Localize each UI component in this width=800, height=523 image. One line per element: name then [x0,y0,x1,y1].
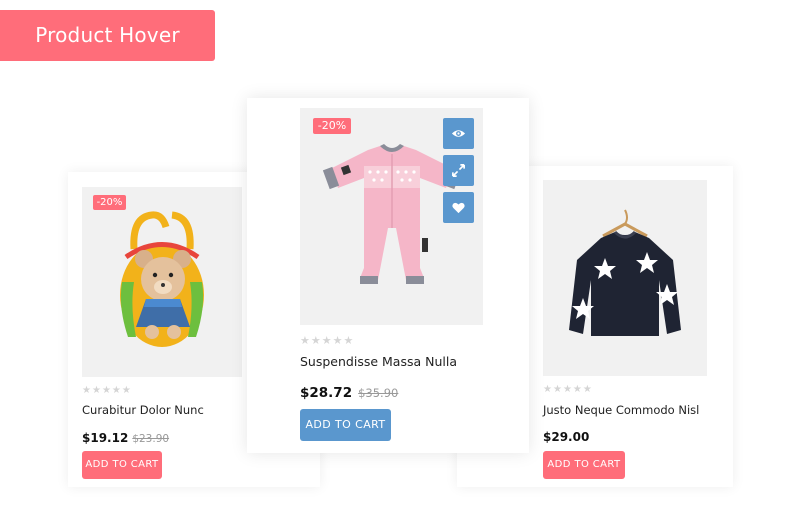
page-title: Product Hover [0,10,215,61]
star-icon: ★ [300,334,310,347]
current-price: $29.00 [543,430,590,444]
product-card-center-hovered[interactable]: -20% ★ ★ ★ ★ ★ Suspendisse Massa Nulla $… [247,98,529,453]
star-icon: ★ [321,334,332,347]
current-price: $28.72 [300,385,353,401]
star-icon: ★ [552,384,562,395]
star-icon: ★ [91,385,101,396]
rating-stars: ★ ★ ★ ★ ★ [82,386,131,396]
star-icon: ★ [582,384,592,395]
compare-button[interactable] [443,155,474,186]
wishlist-button[interactable] [443,192,474,223]
old-price: $35.90 [358,386,399,400]
star-icon: ★ [310,334,321,347]
star-sweater-image [569,209,681,336]
star-icon: ★ [332,334,343,347]
quick-view-button[interactable] [443,118,474,149]
product-name[interactable]: Justo Neque Commodo Nisl [543,403,699,417]
compare-icon [452,164,465,177]
product-hover-demo: Product Hover -20% ★ ★ ★ ★ ★ Curabitur D… [0,0,800,523]
add-to-cart-button[interactable]: ADD TO CART [300,409,391,441]
price-row: $28.72 $35.90 [300,382,398,401]
add-to-cart-button[interactable]: ADD TO CART [543,451,625,479]
product-image-box[interactable] [543,180,707,376]
add-to-cart-button[interactable]: ADD TO CART [82,451,162,479]
product-name[interactable]: Suspendisse Massa Nulla [300,354,457,369]
discount-badge: -20% [313,118,351,134]
rating-stars: ★ ★ ★ ★ ★ [543,385,592,395]
product-name[interactable]: Curabitur Dolor Nunc [82,403,204,417]
star-icon: ★ [111,385,121,396]
heart-icon [452,202,465,214]
star-icon: ★ [343,334,354,347]
teddy-backpack-image [120,211,204,347]
product-image-box[interactable]: -20% [82,187,242,377]
star-icon: ★ [572,384,582,395]
discount-badge: -20% [93,195,126,210]
star-icon: ★ [562,384,572,395]
price-row: $19.12 $23.90 [82,427,169,446]
old-price: $23.90 [132,433,170,445]
price-row: $29.00 [543,426,589,445]
current-price: $19.12 [82,431,129,445]
product-image-box[interactable]: -20% [300,108,483,325]
rating-stars: ★ ★ ★ ★ ★ [300,334,354,347]
star-icon: ★ [121,385,131,396]
star-icon: ★ [543,384,552,395]
star-icon: ★ [82,385,91,396]
star-icon: ★ [101,385,111,396]
eye-icon [451,130,466,137]
